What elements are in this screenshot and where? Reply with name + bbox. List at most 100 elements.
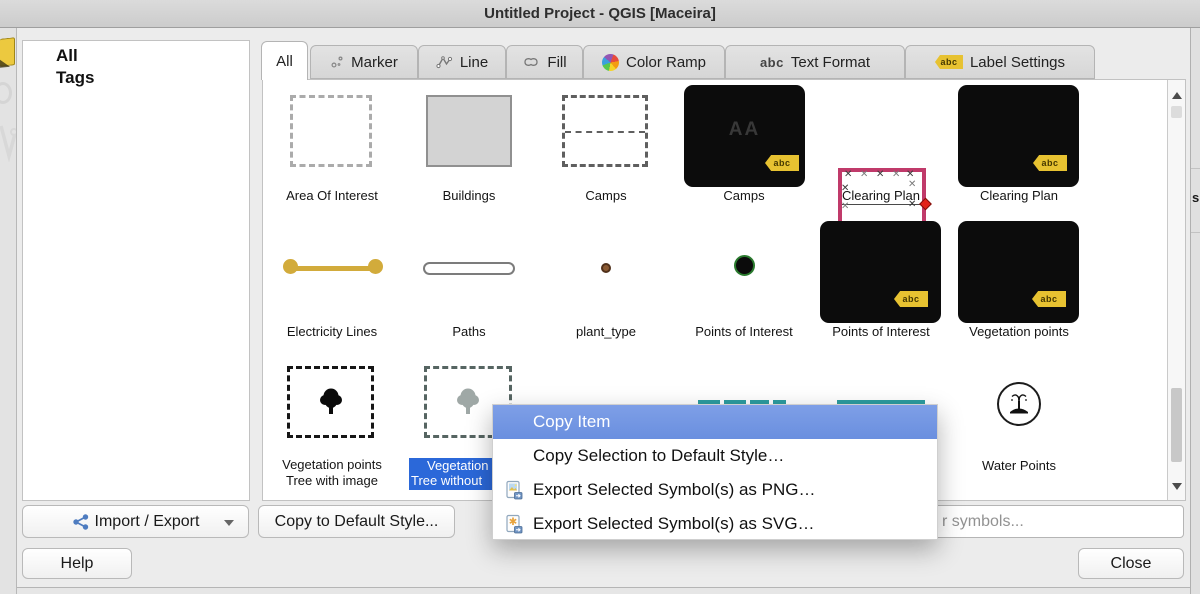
menu-item-export-png[interactable]: Export Selected Symbol(s) as PNG… xyxy=(493,473,937,507)
vertical-scrollbar[interactable] xyxy=(1167,80,1185,500)
abc-text-icon: abc xyxy=(760,55,784,70)
symbol-label: Points of Interest xyxy=(674,324,814,340)
export-svg-icon xyxy=(503,514,523,534)
filter-symbols-input[interactable] xyxy=(928,505,1184,538)
symbol-label: Vegetation points Tree with image xyxy=(262,457,402,489)
symbol-label: plant_type xyxy=(536,324,676,340)
symbol-item-camps-text[interactable]: AA abc xyxy=(684,85,805,187)
symbol-item-clearing-plan-text[interactable]: abc xyxy=(958,85,1079,187)
fountain-icon xyxy=(1005,390,1033,418)
color-wheel-icon xyxy=(602,54,619,71)
import-export-button[interactable]: Import / Export xyxy=(22,505,249,538)
copy-to-default-style-label: Copy to Default Style... xyxy=(275,513,439,531)
symbol-label: Points of Interest xyxy=(811,324,951,340)
tab-all[interactable]: All xyxy=(261,41,308,80)
symbol-label: Area Of Interest xyxy=(262,188,402,204)
copy-to-default-style-button[interactable]: Copy to Default Style... xyxy=(258,505,455,538)
share-icon xyxy=(72,514,90,530)
symbol-label: Paths xyxy=(399,324,539,340)
background-line-tool-icon xyxy=(0,122,16,162)
symbol-item-water-points[interactable] xyxy=(997,382,1041,426)
symbol-item-electricity-lines[interactable] xyxy=(283,258,383,278)
close-button[interactable]: Close xyxy=(1078,548,1184,579)
symbol-label: Clearing Plan xyxy=(811,188,951,204)
help-button[interactable]: Help xyxy=(22,548,132,579)
symbol-label: Clearing Plan xyxy=(949,188,1089,204)
help-label: Help xyxy=(61,555,94,573)
close-label: Close xyxy=(1111,555,1152,573)
tab-color-ramp-label: Color Ramp xyxy=(626,54,706,71)
symbol-item-points-of-interest-text[interactable]: abc xyxy=(820,221,941,323)
selected-label-line1: Vegetation p xyxy=(409,458,492,473)
symbol-item-buildings[interactable] xyxy=(426,95,512,167)
x-hatch: ✕ xyxy=(876,170,884,180)
menu-item-copy-selection-default-style[interactable]: Copy Selection to Default Style… xyxy=(493,439,937,473)
line-symbol-icon xyxy=(436,55,453,69)
scrollbar-segment xyxy=(1171,106,1182,118)
fill-symbol-icon xyxy=(522,55,540,69)
tab-fill-label: Fill xyxy=(547,54,566,71)
symbol-label: Camps xyxy=(536,188,676,204)
selected-label-line2: Tree without xyxy=(409,473,492,488)
symbol-item-paths[interactable] xyxy=(423,262,515,275)
tab-text-format-label: Text Format xyxy=(791,54,870,71)
tab-line[interactable]: Line xyxy=(418,45,506,79)
symbol-label: Buildings xyxy=(399,188,539,204)
electricity-line xyxy=(290,266,376,271)
x-hatch: ✕ xyxy=(892,170,900,180)
background-partial-text: s xyxy=(1192,190,1199,205)
symbol-item-points-of-interest-marker[interactable] xyxy=(734,255,755,276)
tab-fill[interactable]: Fill xyxy=(506,45,583,79)
symbol-item-tree-with-image[interactable] xyxy=(287,366,374,438)
symbol-label-line1: Vegetation points xyxy=(262,457,402,473)
tag-item-tags[interactable]: Tags xyxy=(56,67,249,89)
tab-color-ramp[interactable]: Color Ramp xyxy=(583,45,725,79)
background-yellow-tool-icon xyxy=(0,37,15,67)
tab-text-format[interactable]: abc Text Format xyxy=(725,45,905,79)
symbol-item-plant-type[interactable] xyxy=(601,263,611,273)
tree-icon xyxy=(455,387,481,417)
x-hatch: ✕ xyxy=(860,170,868,180)
abc-badge-icon: abc xyxy=(765,155,799,171)
symbol-item-vegetation-points-text[interactable]: abc xyxy=(958,221,1079,323)
text-format-preview: AA xyxy=(684,119,805,141)
symbol-item-area-of-interest[interactable] xyxy=(290,95,372,167)
dropdown-caret-icon xyxy=(224,520,234,526)
symbol-label: Camps xyxy=(674,188,814,204)
tab-line-label: Line xyxy=(460,54,488,71)
window-titlebar: Untitled Project - QGIS [Maceira] xyxy=(0,0,1200,28)
symbol-label: Electricity Lines xyxy=(262,324,402,340)
menu-item-export-svg[interactable]: Export Selected Symbol(s) as SVG… xyxy=(493,507,937,541)
tab-marker[interactable]: Marker xyxy=(310,45,418,79)
symbol-item-camps-fill[interactable] xyxy=(562,95,648,167)
scroll-down-arrow-icon[interactable] xyxy=(1172,483,1182,490)
abc-badge-icon: abc xyxy=(1033,155,1067,171)
tab-label-settings-label: Label Settings xyxy=(970,54,1065,71)
selected-symbol-label[interactable]: Vegetation p Tree without xyxy=(409,458,492,490)
scroll-up-arrow-icon[interactable] xyxy=(1172,92,1182,99)
background-panel-divider xyxy=(1191,168,1200,169)
background-toolbar-strip xyxy=(0,28,17,594)
menu-item-label: Copy Item xyxy=(533,412,610,432)
tree-icon xyxy=(318,387,344,417)
menu-item-label: Export Selected Symbol(s) as SVG… xyxy=(533,514,815,534)
symbol-label-line2: Tree with image xyxy=(262,473,402,489)
tab-all-label: All xyxy=(276,53,293,70)
abc-badge-icon: abc xyxy=(1032,291,1066,307)
camps-divider-line xyxy=(565,131,645,133)
tab-label-settings[interactable]: abc Label Settings xyxy=(905,45,1095,79)
tab-marker-label: Marker xyxy=(351,54,398,71)
context-menu: Copy Item Copy Selection to Default Styl… xyxy=(492,404,938,540)
menu-item-label: Copy Selection to Default Style… xyxy=(533,446,784,466)
tag-item-all[interactable]: All xyxy=(56,45,249,67)
background-panel-strip xyxy=(1190,28,1200,594)
marker-dots-icon xyxy=(330,55,344,69)
menu-item-copy-item[interactable]: Copy Item xyxy=(493,405,937,439)
menu-item-label: Export Selected Symbol(s) as PNG… xyxy=(533,480,815,500)
x-hatch: ✕ xyxy=(844,170,852,180)
background-undo-icon xyxy=(0,82,12,104)
scrollbar-thumb[interactable] xyxy=(1171,388,1182,462)
abc-label-icon: abc xyxy=(935,55,963,69)
symbol-label: Vegetation points xyxy=(949,324,1089,340)
style-manager-screen: Untitled Project - QGIS [Maceira] s All … xyxy=(0,0,1200,594)
